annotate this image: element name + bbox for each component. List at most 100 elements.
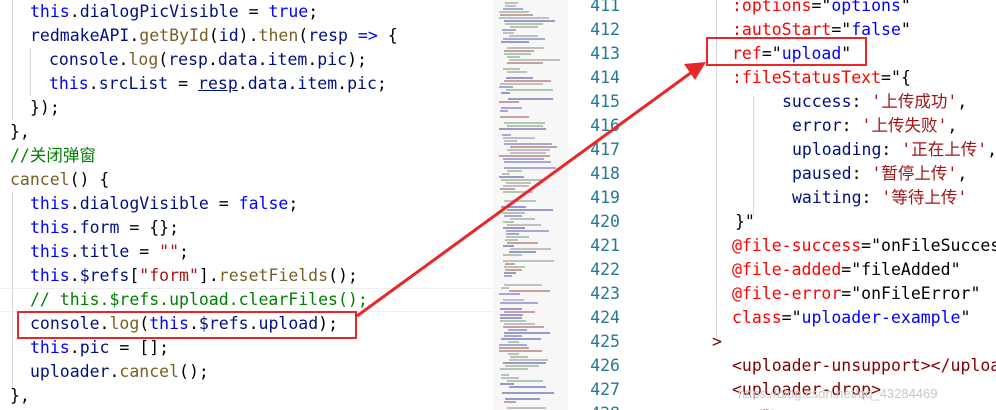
minimap-line <box>504 80 551 82</box>
code-line[interactable]: this.$refs["form"].resetFields(); <box>30 264 358 288</box>
code-token: id <box>218 26 239 45</box>
code-line[interactable]: @file-added="fileAdded" <box>732 258 961 282</box>
minimap-line <box>504 200 536 202</box>
code-token: title <box>79 242 130 261</box>
code-token: true <box>268 2 309 21</box>
code-line[interactable]: this.pic = []; <box>30 336 169 360</box>
minimap-line <box>509 251 536 253</box>
code-line[interactable]: }); <box>30 96 60 120</box>
code-token: pic <box>79 338 110 357</box>
minimap-line <box>501 41 529 43</box>
code-line[interactable]: }, <box>10 120 30 144</box>
minimap-line <box>506 233 519 235</box>
code-token: resp <box>308 26 348 45</box>
minimap-line <box>510 146 557 148</box>
minimap-line <box>504 272 516 274</box>
code-line[interactable]: this.dialogPicVisible = true; <box>30 0 318 24</box>
minimap-line <box>505 2 518 4</box>
code-token: waiting <box>792 188 862 207</box>
code-line[interactable]: error: '上传失败', <box>792 114 957 138</box>
code-token: this <box>30 194 70 213</box>
code-line[interactable]: this.title = ""; <box>30 240 189 264</box>
code-line[interactable]: uploading: '正在上传', <box>792 138 996 162</box>
code-line[interactable]: > <box>712 330 722 354</box>
minimap-line <box>499 350 542 352</box>
minimap-line <box>500 317 522 319</box>
minimap-line <box>500 308 522 310</box>
code-token: onFileError <box>861 284 971 303</box>
code-token: this <box>49 74 89 93</box>
code-token: . <box>118 50 129 69</box>
minimap-line <box>504 167 556 169</box>
code-line[interactable]: <uploader-unsupport></uploader-unsupport… <box>732 354 996 378</box>
code-token: { <box>387 26 398 45</box>
code-line[interactable]: console.log(resp.data.item.pic); <box>49 48 367 72</box>
minimap-line <box>503 32 514 34</box>
line-number: 414 <box>590 68 620 87</box>
code-line[interactable]: :fileStatusText="{ <box>732 66 911 90</box>
code-line[interactable]: @file-success="onFileSuccess" <box>732 234 996 258</box>
minimap-line <box>505 5 516 7</box>
code-line[interactable]: success: '上传成功', <box>782 90 967 114</box>
minimap-line <box>510 152 546 154</box>
code-token: fileAdded <box>861 260 951 279</box>
minimap-line <box>504 143 552 145</box>
code-token: ( <box>158 50 169 69</box>
code-line[interactable]: paused: '暂停上传', <box>792 162 967 186</box>
code-token: > <box>712 332 722 351</box>
comment-line[interactable]: // this.$refs.upload.clearFiles(); <box>30 288 368 312</box>
minimap-line <box>505 239 518 241</box>
code-token: <p> <box>752 404 782 410</box>
code-token: . <box>337 74 348 93</box>
minimap-line <box>500 116 529 118</box>
line-number: 425 <box>590 332 620 351</box>
minimap-line <box>505 23 543 25</box>
minimap-line <box>504 332 550 334</box>
minimap-line <box>507 224 541 226</box>
code-token: data <box>217 50 258 69</box>
code-line[interactable]: uploader.cancel(); <box>30 360 209 384</box>
code-line[interactable]: }, <box>10 384 30 408</box>
code-token: => <box>347 26 388 45</box>
minimap-line <box>501 377 519 379</box>
code-line[interactable]: cancel() { <box>10 168 109 192</box>
code-line[interactable]: this.dialogVisible = false; <box>30 192 298 216</box>
code-line[interactable]: class="uploader-example" <box>732 306 970 330</box>
left-code-editor[interactable]: this.dialogPicVisible = true; redmakeAPI… <box>0 0 493 410</box>
code-token: @file-error <box>732 284 842 303</box>
code-token: '上传失败' <box>861 116 948 135</box>
code-token: this <box>30 266 70 285</box>
code-token: ]. <box>198 266 219 285</box>
code-line[interactable]: redmakeAPI.getById(id).then(resp => { <box>30 24 398 48</box>
code-line[interactable]: @file-error="onFileError" <box>732 282 980 306</box>
code-token: item <box>267 50 308 69</box>
code-line[interactable]: this.form = {}; <box>30 216 179 240</box>
right-code-editor[interactable]: 411 412 413 414 415 416 417 418 419 420 … <box>568 0 996 410</box>
code-token: . <box>69 242 80 261</box>
code-line[interactable]: <p> <box>752 402 782 410</box>
minimap-line <box>508 98 553 100</box>
code-line[interactable]: waiting: '等待上传' <box>792 186 967 210</box>
code-line[interactable]: :options="options" <box>732 0 911 18</box>
minimap-line <box>507 56 520 58</box>
minimap[interactable] <box>493 0 568 410</box>
minimap-line <box>509 290 550 292</box>
code-token: pic <box>347 74 377 93</box>
code-token: console <box>49 50 119 69</box>
code-line[interactable]: }" <box>735 210 755 234</box>
minimap-line <box>507 62 543 64</box>
code-token: uploader-example <box>801 308 961 327</box>
code-token: . <box>69 218 80 237</box>
indent-guide <box>753 96 754 216</box>
minimap-line <box>502 173 510 175</box>
line-number: 417 <box>590 140 620 159</box>
code-token: options <box>831 0 901 15</box>
comment-line[interactable]: //关闭弹窗 <box>10 144 96 168</box>
code-token: : <box>851 164 872 183</box>
minimap-line <box>501 338 541 340</box>
code-token: this <box>30 218 70 237</box>
code-token: form <box>79 218 120 237</box>
code-token: . <box>69 338 80 357</box>
code-token: this <box>30 242 70 261</box>
code-line[interactable]: this.srcList = resp.data.item.pic; <box>49 72 387 96</box>
